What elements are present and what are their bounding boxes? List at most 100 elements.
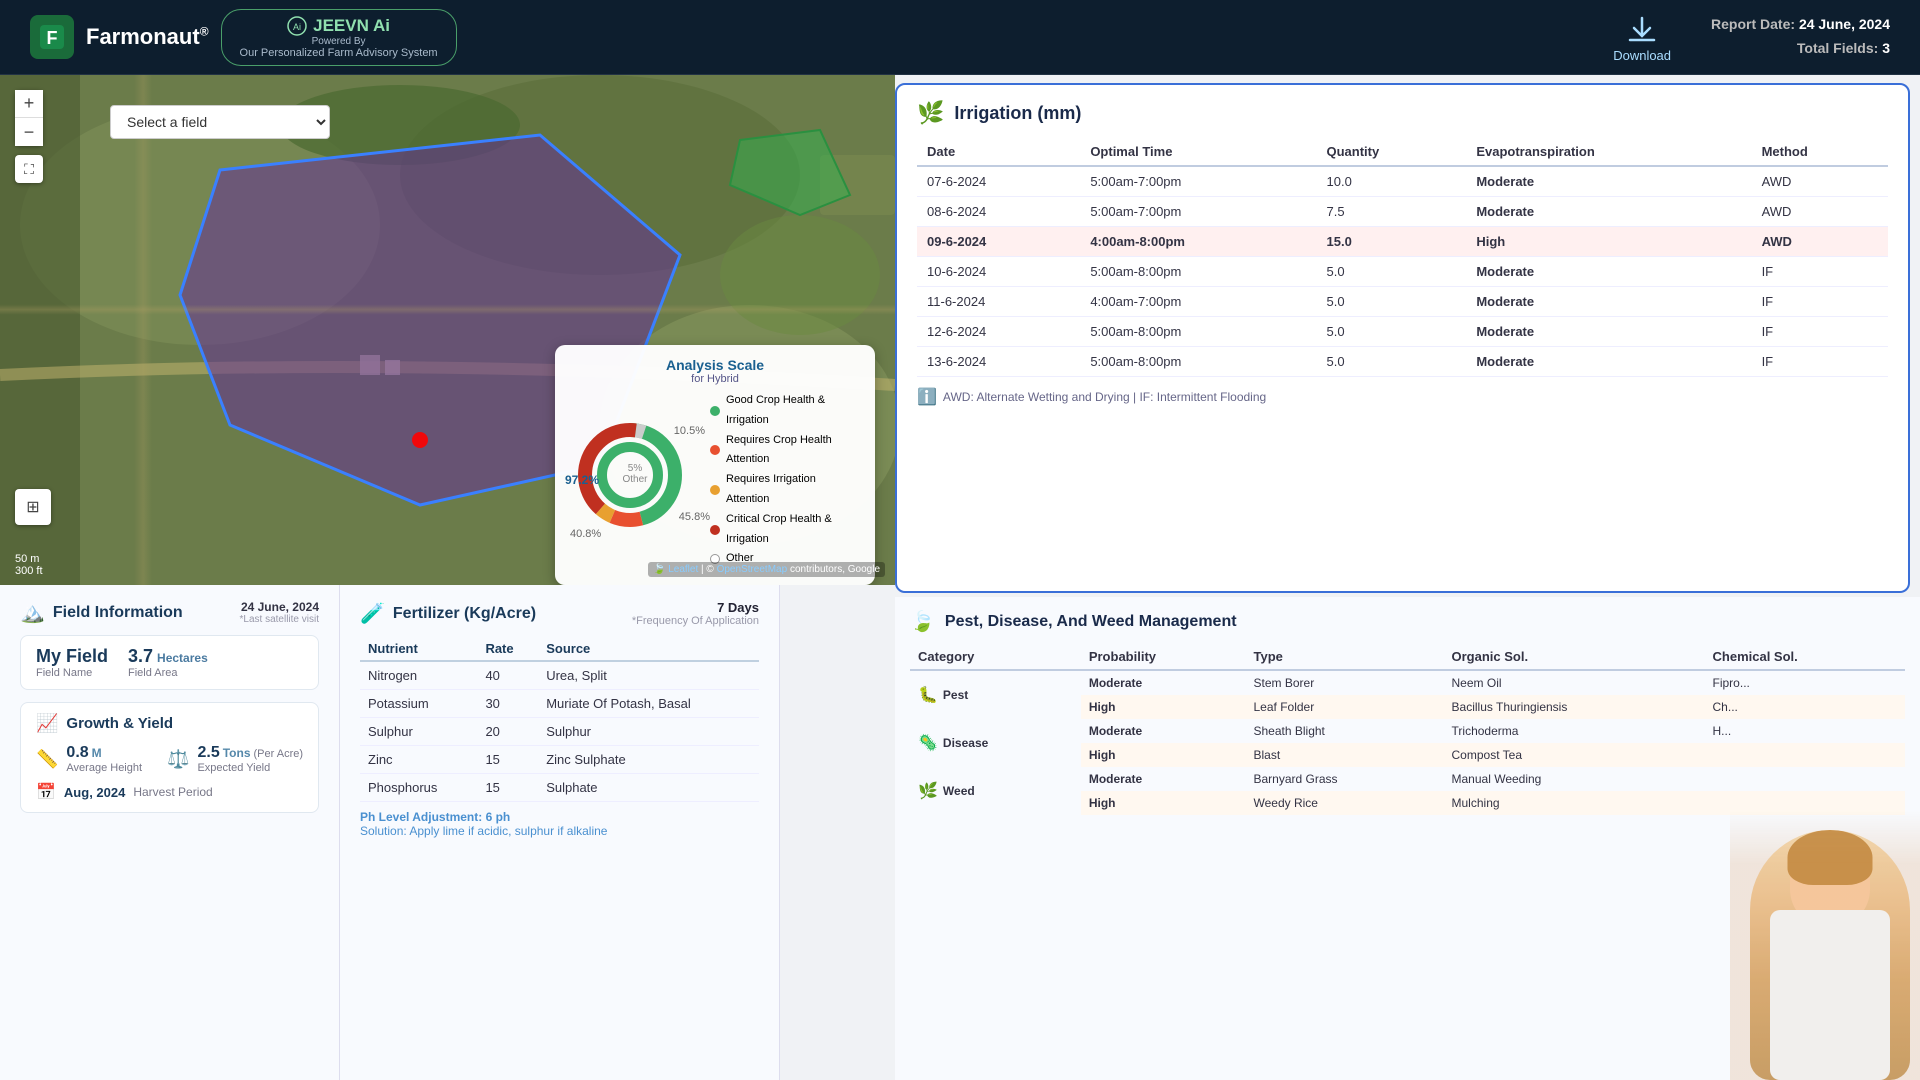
jeevn-badge: Ai JEEVN Ai Powered By Our Personalized … bbox=[221, 9, 457, 66]
scale-bar: 50 m 300 ft bbox=[15, 553, 43, 577]
irr-evap: Moderate bbox=[1466, 257, 1751, 287]
map-container: + − ⛶ Select a field ⊞ 50 m 30 bbox=[0, 75, 895, 585]
pest-title: 🍃 Pest, Disease, And Weed Management bbox=[910, 609, 1905, 634]
pest-row: 🦠 Disease Moderate Sheath Blight Trichod… bbox=[910, 719, 1905, 743]
irr-method: IF bbox=[1752, 257, 1888, 287]
fert-source: Sulphur bbox=[538, 718, 759, 746]
main-content: + − ⛶ Select a field ⊞ 50 m 30 bbox=[0, 75, 1920, 1080]
pest-organic: Trichoderma bbox=[1444, 719, 1705, 743]
bottom-panels: 🏔️ Field Information 24 June, 2024 *Last… bbox=[0, 585, 895, 1080]
irr-date: 10-6-2024 bbox=[917, 257, 1080, 287]
donut-458-label: 45.8% bbox=[679, 511, 710, 523]
map-attribution: 🍃 Leaflet | © OpenStreetMap contributors… bbox=[648, 562, 885, 577]
pest-organic: Manual Weeding bbox=[1444, 767, 1705, 791]
growth-title: 📈 Growth & Yield bbox=[36, 713, 303, 734]
report-info: Report Date: 24 June, 2024 Total Fields:… bbox=[1711, 13, 1890, 61]
zoom-in-button[interactable]: + bbox=[15, 90, 43, 118]
irr-method: AWD bbox=[1752, 197, 1888, 227]
download-label: Download bbox=[1613, 48, 1671, 63]
donut-chart: 97.2% 10.5% 45.8% 5% Other 40.8% bbox=[570, 415, 700, 545]
irr-row: 10-6-2024 5:00am-8:00pm 5.0 Moderate IF bbox=[917, 257, 1888, 287]
pest-col-type: Type bbox=[1246, 644, 1444, 670]
logo-area: F Farmonaut® Ai JEEVN Ai Powered By Our … bbox=[30, 9, 457, 66]
svg-text:F: F bbox=[47, 28, 58, 48]
pest-organic: Mulching bbox=[1444, 791, 1705, 815]
ph-note: Ph Level Adjustment: 6 ph bbox=[360, 810, 759, 824]
app-name: Farmonaut® bbox=[86, 24, 209, 50]
irr-date: 13-6-2024 bbox=[917, 347, 1080, 377]
pest-prob: Moderate bbox=[1081, 670, 1246, 695]
fert-rate: 15 bbox=[477, 774, 538, 802]
pest-row: 🌿 Weed Moderate Barnyard Grass Manual We… bbox=[910, 767, 1905, 791]
analysis-body: 97.2% 10.5% 45.8% 5% Other 40.8% bbox=[570, 391, 860, 569]
irr-qty: 15.0 bbox=[1317, 227, 1467, 257]
fert-col-rate: Rate bbox=[477, 637, 538, 661]
fert-rate: 15 bbox=[477, 746, 538, 774]
pest-prob: High bbox=[1081, 695, 1246, 719]
field-stats: My Field Field Name 3.7 Hectares Field A… bbox=[20, 635, 319, 690]
irrigation-table: Date Optimal Time Quantity Evapotranspir… bbox=[917, 138, 1888, 377]
irr-col-method: Method bbox=[1752, 138, 1888, 166]
fertilizer-table: Nutrient Rate Source Nitrogen 40 Urea, S… bbox=[360, 637, 759, 802]
fert-days-info: 7 Days *Frequency Of Application bbox=[632, 600, 759, 627]
fert-header: 🧪 Fertilizer (Kg/Acre) 7 Days *Frequency… bbox=[360, 600, 759, 627]
irr-method: IF bbox=[1752, 347, 1888, 377]
irr-time: 4:00am-7:00pm bbox=[1080, 287, 1316, 317]
irr-date: 08-6-2024 bbox=[917, 197, 1080, 227]
jeevn-title: JEEVN Ai bbox=[313, 16, 390, 36]
pest-prob: Moderate bbox=[1081, 719, 1246, 743]
irr-date: 07-6-2024 bbox=[917, 166, 1080, 197]
growth-section: 📈 Growth & Yield 📏 0.8 M Average Hei bbox=[20, 702, 319, 813]
irr-qty: 5.0 bbox=[1317, 317, 1467, 347]
left-column: + − ⛶ Select a field ⊞ 50 m 30 bbox=[0, 75, 895, 1080]
field-name-stat: My Field Field Name bbox=[36, 646, 108, 679]
field-date: 24 June, 2024 *Last satellite visit bbox=[240, 600, 319, 625]
field-select[interactable]: Select a field bbox=[110, 105, 330, 139]
irr-evap: High bbox=[1466, 227, 1751, 257]
irr-method: IF bbox=[1752, 317, 1888, 347]
pest-prob: High bbox=[1081, 791, 1246, 815]
irr-col-evap: Evapotranspiration bbox=[1466, 138, 1751, 166]
pest-chemical: Ch... bbox=[1705, 695, 1905, 719]
fert-source: Zinc Sulphate bbox=[538, 746, 759, 774]
fert-row: Nitrogen 40 Urea, Split bbox=[360, 661, 759, 690]
irr-method: AWD bbox=[1752, 227, 1888, 257]
irr-evap: Moderate bbox=[1466, 347, 1751, 377]
download-button[interactable]: Download bbox=[1613, 12, 1671, 63]
fert-nutrient: Phosphorus bbox=[360, 774, 477, 802]
fert-source: Muriate Of Potash, Basal bbox=[538, 690, 759, 718]
irr-qty: 5.0 bbox=[1317, 287, 1467, 317]
map-background: + − ⛶ Select a field ⊞ 50 m 30 bbox=[0, 75, 895, 585]
fert-days: 7 Days bbox=[632, 600, 759, 615]
solution-note: Solution: Apply lime if acidic, sulphur … bbox=[360, 824, 759, 838]
fert-rate: 20 bbox=[477, 718, 538, 746]
irr-date: 12-6-2024 bbox=[917, 317, 1080, 347]
donut-97-label: 97.2% bbox=[565, 473, 599, 487]
irr-evap: Moderate bbox=[1466, 166, 1751, 197]
fullscreen-button[interactable]: ⛶ bbox=[15, 155, 43, 183]
zoom-out-button[interactable]: − bbox=[15, 118, 43, 146]
pest-category: 🌿 Weed bbox=[910, 767, 1081, 815]
pest-col-chemical: Chemical Sol. bbox=[1705, 644, 1905, 670]
pest-row: 🐛 Pest Moderate Stem Borer Neem Oil Fipr… bbox=[910, 670, 1905, 695]
fert-nutrient: Nitrogen bbox=[360, 661, 477, 690]
fert-nutrient: Potassium bbox=[360, 690, 477, 718]
layer-button[interactable]: ⊞ bbox=[15, 489, 51, 525]
header-right: Download Report Date: 24 June, 2024 Tota… bbox=[1613, 12, 1890, 63]
pest-col-prob: Probability bbox=[1081, 644, 1246, 670]
irr-qty: 7.5 bbox=[1317, 197, 1467, 227]
pest-panel: 🍃 Pest, Disease, And Weed Management Cat… bbox=[895, 597, 1920, 1080]
irr-col-time: Optimal Time bbox=[1080, 138, 1316, 166]
field-area-stat: 3.7 Hectares Field Area bbox=[128, 646, 208, 679]
irrigation-panel: 🌿 Irrigation (mm) Date Optimal Time Quan… bbox=[895, 83, 1910, 593]
analysis-legend: Good Crop Health & Irrigation Requires C… bbox=[710, 391, 860, 569]
pest-type: Barnyard Grass bbox=[1246, 767, 1444, 791]
pest-type: Blast bbox=[1246, 743, 1444, 767]
fert-col-nutrient: Nutrient bbox=[360, 637, 477, 661]
fertilizer-panel: 🧪 Fertilizer (Kg/Acre) 7 Days *Frequency… bbox=[340, 585, 780, 1080]
pest-col-cat: Category bbox=[910, 644, 1081, 670]
irr-time: 5:00am-7:00pm bbox=[1080, 197, 1316, 227]
donut-105-label: 10.5% bbox=[674, 425, 705, 437]
field-info-header: 🏔️ Field Information 24 June, 2024 *Last… bbox=[20, 600, 319, 625]
irr-time: 5:00am-8:00pm bbox=[1080, 317, 1316, 347]
